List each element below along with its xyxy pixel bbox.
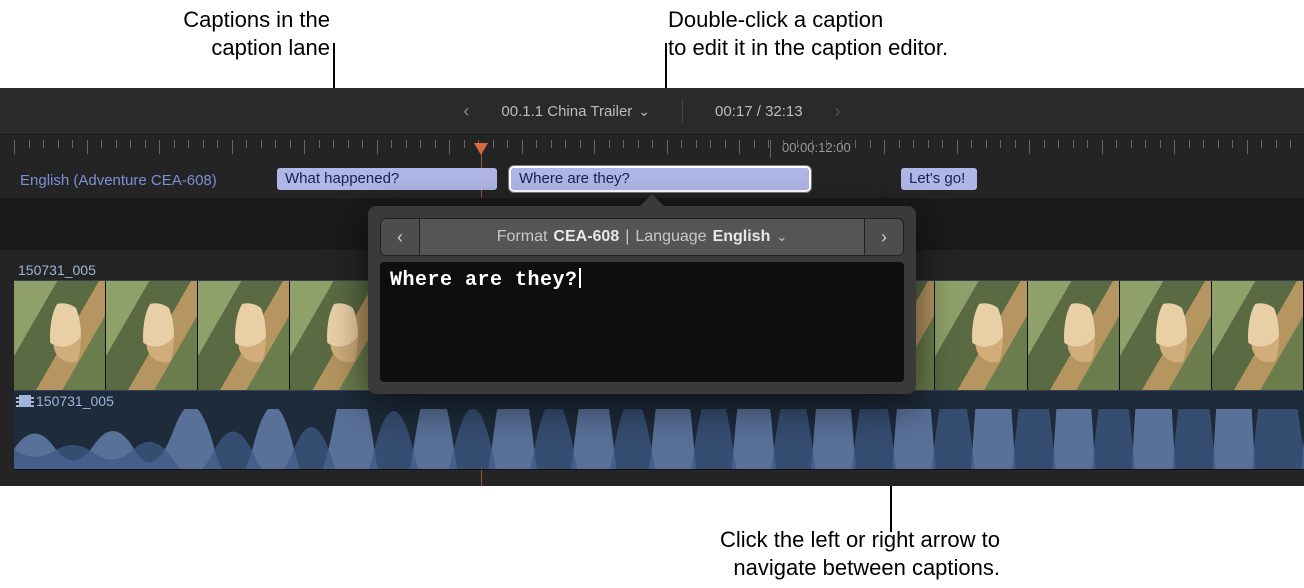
text-cursor xyxy=(579,268,581,288)
audio-clip-title: 150731_005 xyxy=(18,393,114,409)
callout-double-click: Double-click a captionto edit it in the … xyxy=(668,6,1058,62)
callout-nav-arrows: Click the left or right arrow tonavigate… xyxy=(640,526,1000,582)
history-forward-button[interactable]: › xyxy=(835,102,841,120)
caption-text-editor[interactable]: Where are they? xyxy=(380,262,904,382)
next-caption-button[interactable]: › xyxy=(864,218,904,256)
callout-caption-lane: Captions in thecaption lane xyxy=(50,6,330,62)
video-clip-title: 150731_005 xyxy=(18,262,96,278)
separator xyxy=(682,99,683,123)
caption-clip[interactable]: What happened? xyxy=(277,168,497,190)
caption-lane: English (Adventure CEA-608) What happene… xyxy=(14,168,1304,194)
caption-editor-popover: ‹ Format CEA-608 | Language English ⌄ › … xyxy=(368,206,916,394)
prev-caption-button[interactable]: ‹ xyxy=(380,218,420,256)
caption-editor-text: Where are they? xyxy=(390,269,578,292)
project-name: 00.1.1 China Trailer xyxy=(501,103,632,120)
caption-clip[interactable]: Let's go! xyxy=(901,168,977,190)
time-ruler[interactable]: // ticks generated after data load below… xyxy=(14,140,1304,164)
project-selector[interactable]: 00.1.1 China Trailer ⌄ xyxy=(501,103,650,120)
timeline-toolbar: ‹ 00.1.1 China Trailer ⌄ 00:17 / 32:13 › xyxy=(0,88,1304,135)
filmstrip-icon xyxy=(18,395,32,407)
chevron-down-icon: ⌄ xyxy=(776,229,787,245)
timeline-panel: ‹ 00.1.1 China Trailer ⌄ 00:17 / 32:13 ›… xyxy=(0,88,1304,486)
history-back-button[interactable]: ‹ xyxy=(463,102,469,120)
audio-clip[interactable]: 150731_005 xyxy=(14,390,1304,470)
chevron-down-icon: ⌄ xyxy=(638,103,650,120)
caption-format-selector[interactable]: Format CEA-608 | Language English ⌄ xyxy=(420,218,864,256)
caption-lane-label: English (Adventure CEA-608) xyxy=(20,168,217,194)
audio-waveform xyxy=(14,409,1304,469)
caption-clip[interactable]: Where are they? xyxy=(511,168,809,190)
timecode-display: 00:17 / 32:13 xyxy=(715,103,803,120)
